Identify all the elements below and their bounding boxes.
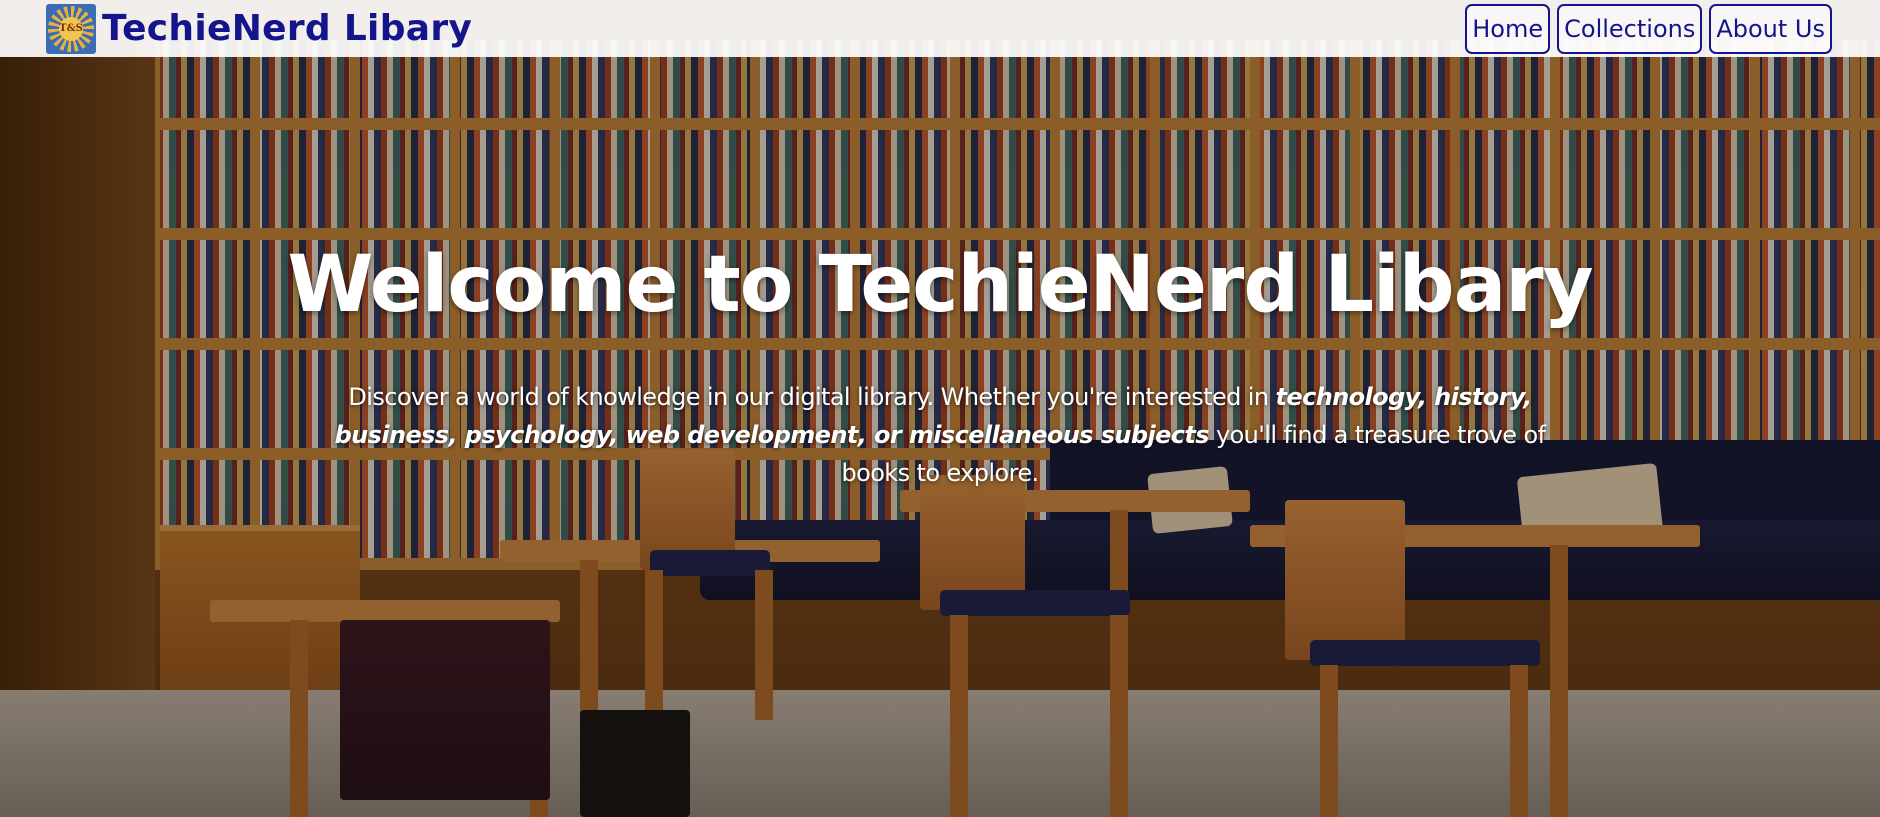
main-nav: Home Collections About Us xyxy=(1465,3,1832,54)
hero-intro-lead: Discover a world of knowledge in our dig… xyxy=(348,383,1276,411)
hero-section: Welcome to TechieNerd Libary Discover a … xyxy=(0,240,1880,492)
site-header: T&S TechieNerd Libary Home Collections A… xyxy=(0,0,1880,57)
hero-title: Welcome to TechieNerd Libary xyxy=(287,240,1593,330)
nav-about-us-button[interactable]: About Us xyxy=(1709,3,1832,54)
nav-home-button[interactable]: Home xyxy=(1465,3,1551,54)
hero-intro: Discover a world of knowledge in our dig… xyxy=(320,378,1560,492)
nav-collections-button[interactable]: Collections xyxy=(1557,3,1703,54)
brand[interactable]: T&S TechieNerd Libary xyxy=(46,3,473,54)
library-logo-icon: T&S xyxy=(46,3,96,54)
brand-name: TechieNerd Libary xyxy=(102,8,473,49)
logo-monogram: T&S xyxy=(59,16,83,41)
